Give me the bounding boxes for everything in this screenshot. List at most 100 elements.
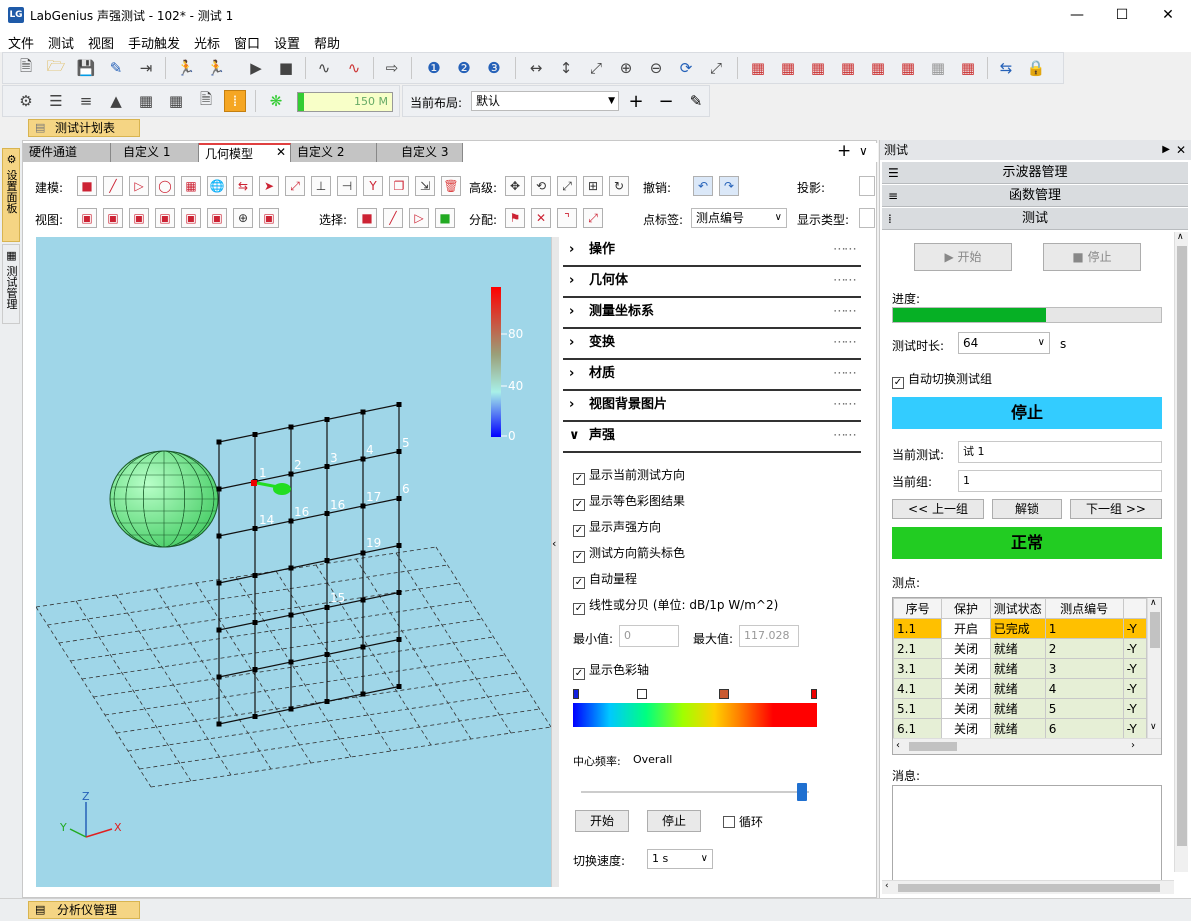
window-3-icon[interactable]: ❸ [483, 57, 505, 79]
check-show-contour[interactable]: ✓ 显示等色彩图结果 [573, 492, 685, 511]
triangle-tool-icon[interactable]: ▷ [129, 176, 149, 196]
checkbox[interactable] [723, 816, 735, 828]
chart-grid-8-icon[interactable]: ▦ [957, 57, 979, 79]
tab-custom-3[interactable]: 自定义 3 [377, 143, 463, 162]
current-group-field[interactable]: 1 [958, 470, 1162, 492]
column-header[interactable] [1122, 598, 1148, 619]
assign-corner-icon[interactable]: ⌝ [557, 208, 577, 228]
gear-icon[interactable]: ⚙ [15, 90, 37, 112]
run-man-gray-icon[interactable]: 🏃 [205, 57, 227, 79]
column-header[interactable]: 序号 [893, 598, 943, 619]
section-operation[interactable]: › 操作 ⋯⋯ [563, 237, 861, 267]
table-vscrollbar[interactable]: ∧ ∨ [1147, 598, 1161, 738]
max-input[interactable]: 117.028 [739, 625, 799, 647]
rotate-icon[interactable]: ⟳ [675, 57, 697, 79]
chart-grid-2-icon[interactable]: ▦ [777, 57, 799, 79]
branch-icon[interactable]: ⊣ [337, 176, 357, 196]
lock-icon[interactable]: 🔒 [1025, 57, 1047, 79]
swap-tool-icon[interactable]: ⇆ [233, 176, 253, 196]
new-file-icon[interactable]: 🗎 [15, 57, 37, 79]
point-tool-icon[interactable]: ■ [77, 176, 97, 196]
tab-geometry-model[interactable]: 几何模型 ✕ [199, 143, 291, 162]
min-input[interactable]: 0 [619, 625, 679, 647]
select-arrow-icon[interactable]: ➤ [259, 176, 279, 196]
assign-diagonal-icon[interactable]: ⤢ [583, 208, 603, 228]
section-measure-coords[interactable]: › 测量坐标系 ⋯⋯ [563, 299, 861, 329]
next-group-button[interactable]: 下一组 >> [1070, 499, 1162, 519]
test-management-tab[interactable]: ▦ 测试管理 [2, 244, 20, 324]
select-line-icon[interactable]: ╱ [383, 208, 403, 228]
projection-select[interactable] [859, 176, 875, 196]
table-row[interactable]: 2.1 关闭 就绪 2 -Y [893, 638, 1148, 659]
check-show-colorbar[interactable]: ✓ 显示色彩轴 [573, 661, 649, 680]
fit-diagonal-icon[interactable]: ⤢ [585, 57, 607, 79]
check-linear-db[interactable]: ✓ 线性或分贝 (单位: dB/1p W/m^2) [573, 596, 778, 615]
list-icon[interactable]: ≡ [75, 90, 97, 112]
table-row[interactable]: 3.1 关闭 就绪 3 -Y [893, 658, 1148, 679]
select-point-icon[interactable]: ■ [357, 208, 377, 228]
view-reset-icon[interactable]: ▣ [259, 208, 279, 228]
import-icon[interactable]: ⇥ [135, 57, 157, 79]
fit-width-icon[interactable]: ↔ [525, 57, 547, 79]
chart-grid-5-icon[interactable]: ▦ [867, 57, 889, 79]
start-cycle-button[interactable]: 开始 [575, 810, 629, 832]
save-icon[interactable]: 💾 [75, 57, 97, 79]
color-map-editor[interactable] [573, 689, 817, 729]
zoom-out-icon[interactable]: ⊖ [645, 57, 667, 79]
run-man-icon[interactable]: 🏃 [175, 57, 197, 79]
line-tool-icon[interactable]: ╱ [103, 176, 123, 196]
scale-icon[interactable]: ⤢ [557, 176, 577, 196]
unlock-button[interactable]: 解锁 [992, 499, 1062, 519]
color-stop-handle[interactable] [811, 689, 817, 699]
select-solid-icon[interactable]: ■ [435, 208, 455, 228]
view-left-icon[interactable]: ▣ [129, 208, 149, 228]
splitter[interactable]: ‹ [551, 237, 559, 887]
zoom-in-icon[interactable]: ⊕ [615, 57, 637, 79]
color-stop-handle[interactable] [719, 689, 729, 699]
channels-icon[interactable]: ☰ [45, 90, 67, 112]
fit-height-icon[interactable]: ↕ [555, 57, 577, 79]
remove-layout-icon[interactable]: − [655, 90, 677, 112]
duration-select[interactable]: 64 ∨ [958, 332, 1050, 354]
mixer-icon[interactable]: ⁞ [224, 90, 246, 112]
big-stop-button[interactable]: 停止 [892, 397, 1162, 429]
axis-y-icon[interactable]: ⊥ [311, 176, 331, 196]
rotate-tool-icon[interactable]: ⟲ [531, 176, 551, 196]
checkbox[interactable]: ✓ [573, 577, 585, 589]
refresh-node-icon[interactable]: ↻ [609, 176, 629, 196]
fullscreen-icon[interactable]: ⤢ [705, 57, 727, 79]
redo-icon[interactable]: ↷ [719, 176, 739, 196]
section-oscilloscope[interactable]: ☰ 示波器管理 [882, 162, 1188, 184]
freq-slider-thumb[interactable] [797, 783, 807, 801]
section-view-background[interactable]: › 视图背景图片 ⋯⋯ [563, 392, 861, 422]
stop-test-button[interactable]: ■ 停止 [1043, 243, 1141, 271]
chart-grid-1-icon[interactable]: ▦ [747, 57, 769, 79]
add-node-icon[interactable]: ⊞ [583, 176, 603, 196]
swap-icon[interactable]: ⇆ [995, 57, 1017, 79]
section-material[interactable]: › 材质 ⋯⋯ [563, 361, 861, 391]
scroll-thumb[interactable] [898, 884, 1160, 892]
window-2-icon[interactable]: ❷ [453, 57, 475, 79]
menu-test[interactable]: 测试 [48, 33, 74, 52]
check-show-intensity-direction[interactable]: ✓ 显示声强方向 [573, 518, 661, 537]
menu-window[interactable]: 窗口 [234, 33, 260, 52]
mesh-tool-icon[interactable]: ▦ [181, 176, 201, 196]
menu-view[interactable]: 视图 [88, 33, 114, 52]
maximize-icon[interactable]: ☐ [1099, 0, 1145, 30]
table-hscrollbar[interactable]: ‹ › [893, 738, 1161, 754]
section-sound-intensity[interactable]: ∨ 声强 ⋯⋯ [563, 423, 861, 453]
close-icon[interactable]: ✕ [1176, 140, 1186, 160]
chevron-down-icon[interactable]: ∨ [859, 144, 868, 158]
freq-slider-track[interactable] [581, 791, 809, 793]
checkbox[interactable]: ✓ [573, 603, 585, 615]
color-stop-handle[interactable] [637, 689, 647, 699]
waveform-icon[interactable]: ∿ [313, 57, 335, 79]
minimize-icon[interactable]: — [1054, 0, 1100, 30]
chevron-right-icon[interactable]: › [1131, 740, 1135, 751]
scroll-thumb[interactable] [1150, 612, 1160, 648]
spectrum-icon[interactable]: ▲ [105, 90, 127, 112]
fork-icon[interactable]: Y [363, 176, 383, 196]
check-show-direction[interactable]: ✓ 显示当前测试方向 [573, 466, 685, 485]
table-row[interactable]: 5.1 关闭 就绪 5 -Y [893, 698, 1148, 719]
analyzer-management-tab[interactable]: ▤ 分析仪管理 [28, 901, 140, 919]
